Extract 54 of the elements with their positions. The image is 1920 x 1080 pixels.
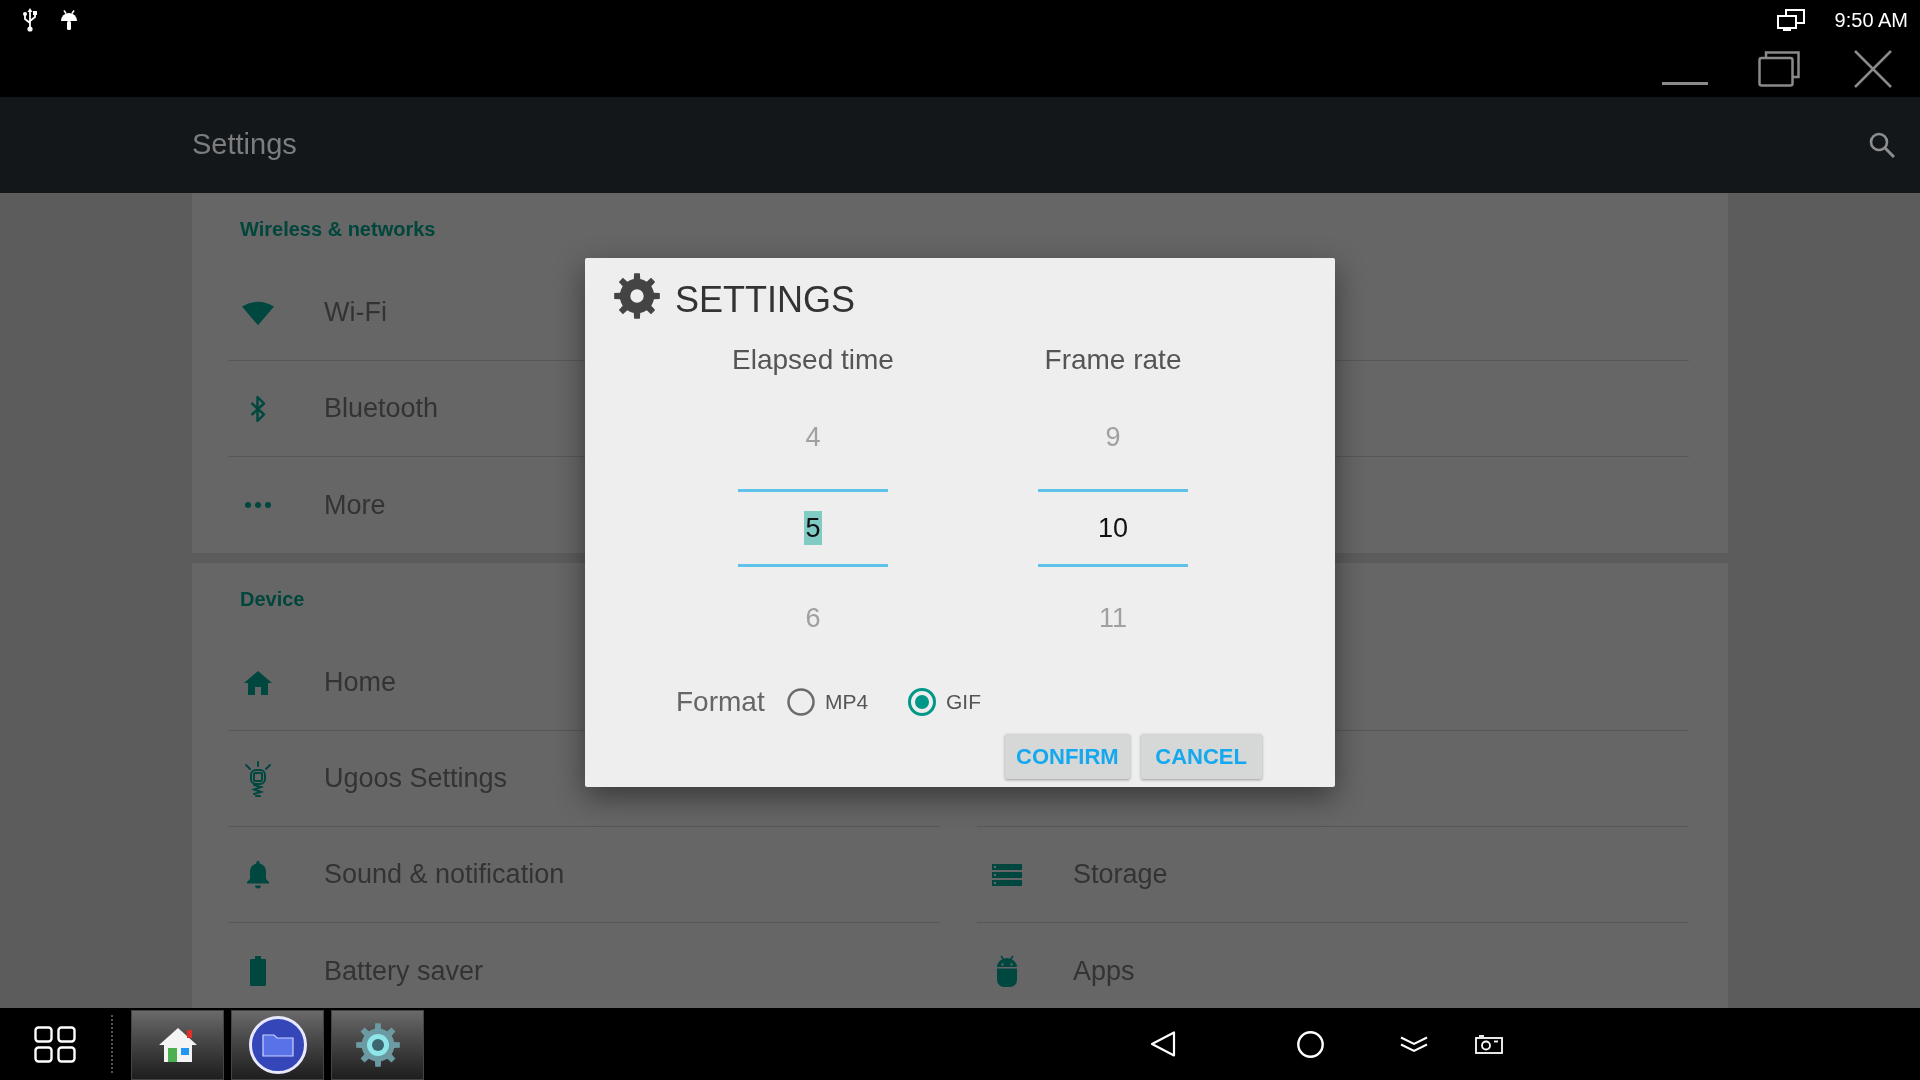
storage-icon <box>992 863 1022 886</box>
bluetooth-icon <box>250 394 266 423</box>
battery-icon <box>250 956 266 986</box>
double-chevron-icon <box>1400 1035 1428 1053</box>
circle-icon <box>1297 1030 1324 1058</box>
minimize-icon <box>1662 81 1708 85</box>
number-field[interactable]: 5 <box>738 489 888 567</box>
close-icon <box>1854 49 1892 88</box>
bell-icon <box>247 860 269 889</box>
dialog-button[interactable]: CONFIRM <box>1005 734 1130 779</box>
radio-option-label[interactable]: MP4 <box>825 686 869 718</box>
radio-option-label[interactable]: GIF <box>946 686 981 718</box>
picker-label: Frame rate <box>1044 344 1182 376</box>
format-label: Format <box>676 685 766 719</box>
app-bar-title: Settings <box>192 127 297 163</box>
camera-icon <box>1475 1034 1503 1054</box>
house-app-icon <box>157 1027 198 1063</box>
screenshot-button[interactable] <box>1475 1034 1503 1054</box>
radio-button[interactable] <box>787 688 815 716</box>
search-icon <box>1869 132 1895 158</box>
gear-icon <box>614 272 660 319</box>
taskbar-app-button[interactable] <box>231 1010 324 1080</box>
section-header: Device <box>240 587 305 612</box>
number-field[interactable]: 10 <box>1038 489 1188 567</box>
folder-app-icon <box>248 1016 307 1074</box>
field-value: 10 <box>1096 512 1129 545</box>
lightbulb-icon <box>244 760 272 797</box>
more-dots-icon <box>245 502 271 508</box>
section-header: Wireless & networks <box>240 217 436 242</box>
home-icon <box>244 670 272 695</box>
taskbar-app-button[interactable] <box>331 1010 424 1080</box>
home-button[interactable] <box>1297 1030 1324 1058</box>
app-grid-button[interactable] <box>34 1025 76 1063</box>
radio-button[interactable] <box>908 688 936 716</box>
android-head-icon <box>60 10 78 30</box>
dialog-button[interactable]: CANCEL <box>1140 734 1262 779</box>
search-button[interactable] <box>1868 131 1896 159</box>
selected-field-value: 5 <box>804 511 822 545</box>
back-icon <box>1150 1031 1176 1057</box>
back-button[interactable] <box>1150 1031 1176 1057</box>
picker-value[interactable]: 9 <box>1105 413 1121 461</box>
usb-icon <box>22 8 38 32</box>
wifi-icon <box>242 299 274 326</box>
dialog-title: SETTINGS <box>675 278 856 321</box>
restore-button[interactable] <box>1755 48 1803 89</box>
taskbar-app-button[interactable] <box>131 1010 224 1080</box>
status-time: 9:50 AM <box>1834 8 1908 33</box>
gear-app-icon <box>355 1023 400 1067</box>
picker-value[interactable]: 11 <box>1099 594 1127 642</box>
screens-icon <box>1776 9 1805 31</box>
restore-icon <box>1758 50 1800 87</box>
grid-icon <box>34 1025 76 1063</box>
collapse-button[interactable] <box>1400 1035 1428 1053</box>
android-icon <box>995 955 1019 987</box>
